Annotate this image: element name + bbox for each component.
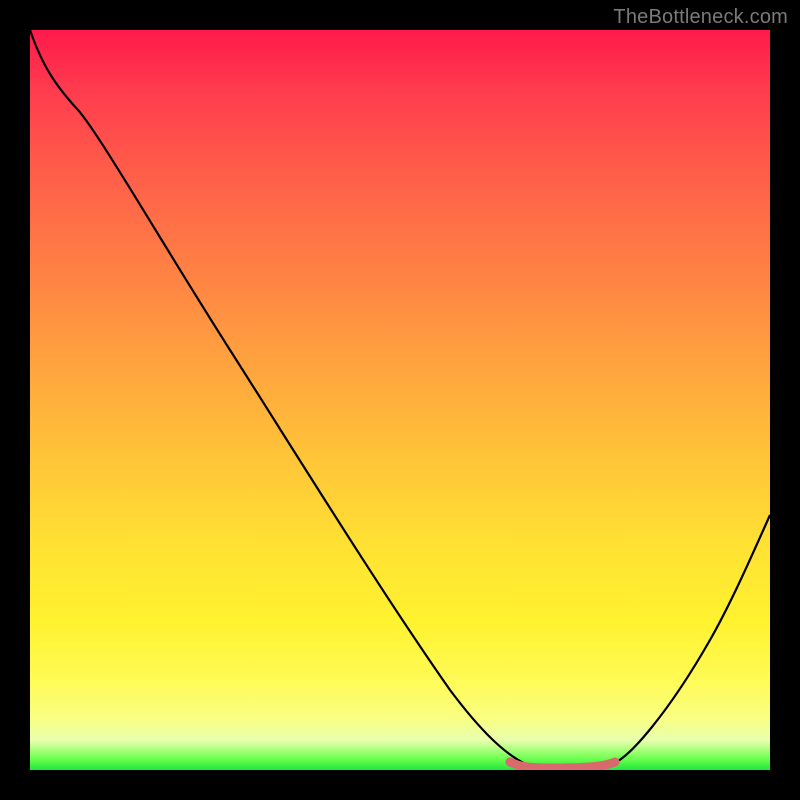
trough-marker [510,762,615,768]
trough-marker-left-dot [506,758,515,767]
chart-frame: TheBottleneck.com [0,0,800,800]
trough-marker-right-dot [611,758,620,767]
watermark-text: TheBottleneck.com [613,6,788,29]
curve-layer [30,30,770,770]
bottleneck-curve [30,30,770,767]
plot-area [30,30,770,770]
